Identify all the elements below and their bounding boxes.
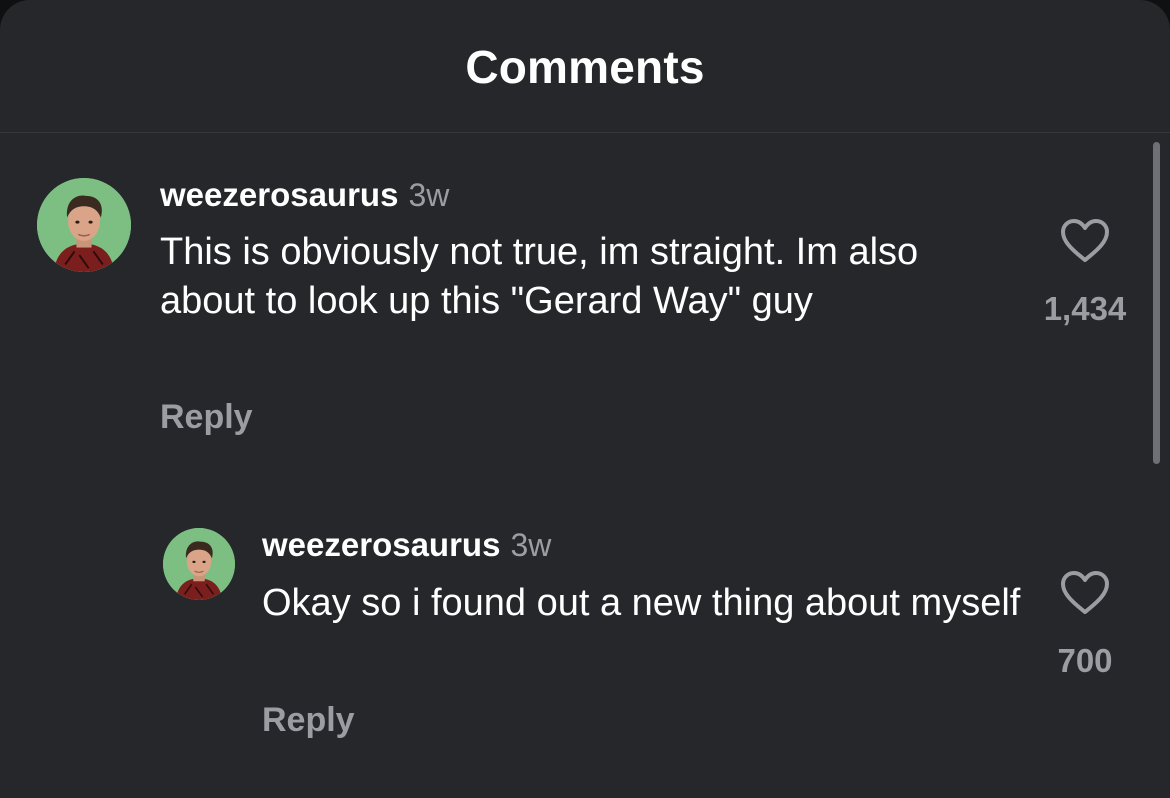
comment-meta: weezerosaurus 3w xyxy=(262,526,551,564)
profile-photo-icon xyxy=(163,528,235,600)
profile-photo-icon xyxy=(37,178,131,272)
page-title: Comments xyxy=(465,41,705,93)
comment-text: This is obviously not true, im straight.… xyxy=(160,231,919,322)
reply-comment-item: weezerosaurus 3w Okay so i found out a ne… xyxy=(0,490,1150,770)
comment-meta: weezerosaurus 3w xyxy=(160,176,449,214)
comment-timestamp: 3w xyxy=(408,177,450,213)
heart-outline-icon xyxy=(1061,571,1109,614)
comment-username[interactable]: weezerosaurus xyxy=(160,176,398,213)
like-count: 700 xyxy=(1057,642,1113,679)
comment-timestamp: 3w xyxy=(510,527,552,563)
scrollbar[interactable] xyxy=(1153,142,1160,464)
comments-header: Comments xyxy=(0,0,1170,133)
avatar[interactable] xyxy=(163,528,235,600)
reply-button[interactable]: Reply xyxy=(160,398,253,437)
like-count: 1,434 xyxy=(1043,290,1127,327)
comment-text: Okay so i found out a new thing about my… xyxy=(262,582,1021,624)
comment-item: weezerosaurus 3w This is obviously not tr… xyxy=(0,140,1150,460)
avatar[interactable] xyxy=(37,178,131,272)
comment-username[interactable]: weezerosaurus xyxy=(262,526,500,563)
like-button[interactable]: 1,434 xyxy=(1030,218,1140,328)
heart-outline-icon xyxy=(1061,219,1109,262)
reply-button[interactable]: Reply xyxy=(262,701,355,740)
comments-sheet: Comments weezerosaurus 3w This is obvious… xyxy=(0,0,1170,798)
like-button[interactable]: 700 xyxy=(1030,570,1140,680)
